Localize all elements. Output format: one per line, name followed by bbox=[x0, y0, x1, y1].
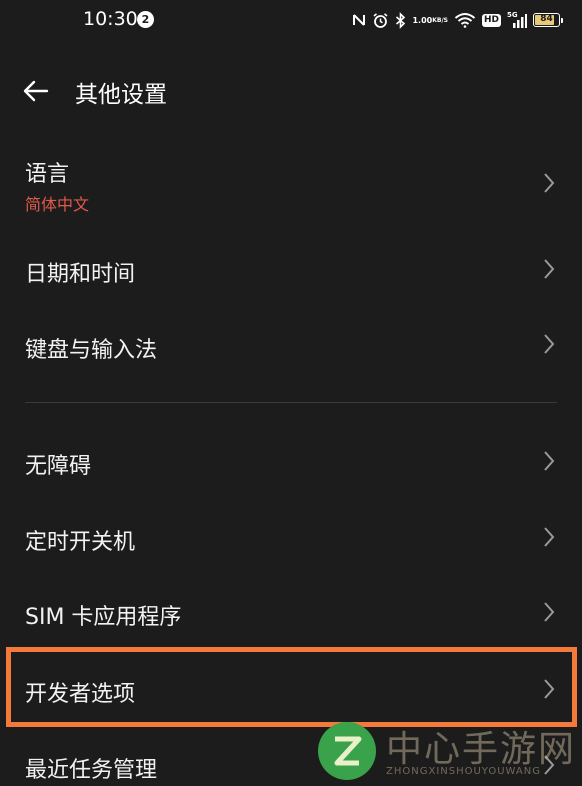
nfc-icon bbox=[352, 12, 366, 28]
chevron-right-icon bbox=[544, 679, 555, 699]
setting-developer-options-label: 开发者选项 bbox=[25, 682, 136, 707]
setting-recent-tasks[interactable]: 最近任务管理 bbox=[0, 728, 582, 786]
setting-developer-options[interactable]: 开发者选项 bbox=[0, 652, 582, 726]
chevron-right-icon bbox=[544, 602, 555, 622]
setting-language-label: 语言 bbox=[25, 162, 70, 187]
setting-keyboard[interactable]: 键盘与输入法 bbox=[0, 308, 582, 382]
wifi-icon bbox=[454, 12, 476, 28]
bluetooth-icon bbox=[395, 11, 406, 29]
page-title: 其他设置 bbox=[75, 82, 167, 108]
setting-accessibility[interactable]: 无障碍 bbox=[0, 424, 582, 498]
setting-language[interactable]: 语言 简体中文 bbox=[0, 140, 582, 230]
header: 其他设置 bbox=[0, 60, 582, 122]
setting-datetime-label: 日期和时间 bbox=[25, 262, 136, 287]
chevron-right-icon bbox=[544, 451, 555, 471]
section-divider bbox=[25, 402, 557, 403]
battery-cap bbox=[561, 18, 563, 23]
setting-accessibility-label: 无障碍 bbox=[25, 454, 92, 479]
hd-icon: HD bbox=[481, 13, 501, 27]
network-speed-unit: KB/S bbox=[432, 16, 448, 24]
status-icons: 1.00 KB/S HD 5G 84 bbox=[352, 9, 563, 31]
network-type-label: 5G bbox=[507, 10, 518, 19]
battery-icon: 84 bbox=[533, 13, 563, 27]
setting-language-value: 简体中文 bbox=[25, 195, 90, 214]
battery-level: 84 bbox=[540, 14, 553, 24]
setting-sim-apps-label: SIM 卡应用程序 bbox=[25, 605, 182, 630]
setting-scheduled-power[interactable]: 定时开关机 bbox=[0, 500, 582, 574]
chevron-right-icon bbox=[544, 259, 555, 279]
network-speed-value: 1.00 bbox=[412, 15, 433, 25]
setting-scheduled-power-label: 定时开关机 bbox=[25, 530, 136, 555]
chevron-right-icon bbox=[544, 173, 555, 193]
status-time: 10:30 bbox=[83, 8, 138, 30]
notification-count-badge: 2 bbox=[137, 11, 154, 28]
network-speed: 1.00 KB/S bbox=[412, 16, 448, 25]
signal-icon: 5G bbox=[507, 10, 527, 29]
setting-recent-tasks-label: 最近任务管理 bbox=[25, 758, 158, 783]
alarm-icon bbox=[372, 12, 389, 29]
setting-keyboard-label: 键盘与输入法 bbox=[25, 338, 158, 363]
chevron-right-icon bbox=[544, 334, 555, 354]
status-bar: 10:30 2 1.00 KB/S HD 5G 84 bbox=[0, 0, 582, 40]
setting-sim-apps[interactable]: SIM 卡应用程序 bbox=[0, 575, 582, 649]
chevron-right-icon bbox=[544, 527, 555, 547]
back-arrow-icon bbox=[23, 80, 49, 102]
setting-datetime[interactable]: 日期和时间 bbox=[0, 232, 582, 306]
chevron-right-icon bbox=[544, 755, 555, 775]
back-button[interactable] bbox=[20, 77, 52, 105]
